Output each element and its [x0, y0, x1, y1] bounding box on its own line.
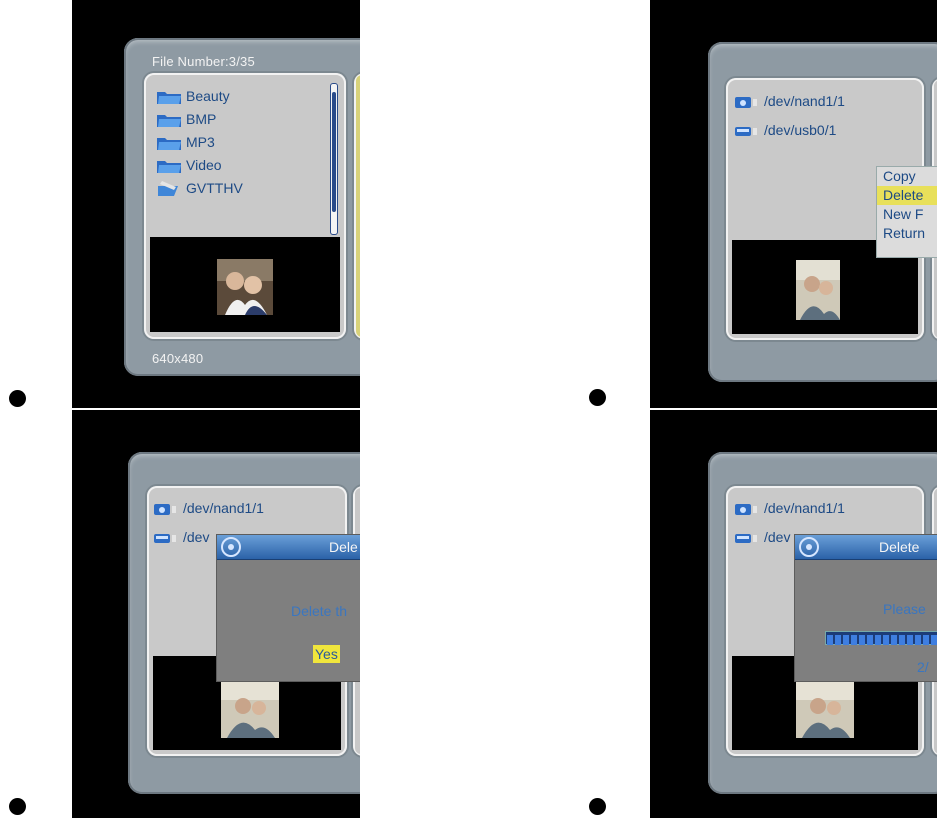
device-label: /dev: [183, 529, 210, 545]
scrollbar[interactable]: [330, 83, 338, 235]
photo-thumbnail: [796, 260, 840, 320]
list-item-label: Video: [186, 157, 222, 173]
usb-device-icon: [734, 122, 760, 139]
screenshot-delete-progress: /dev/nand1/1 /dev Delete Please 2/: [650, 410, 937, 818]
bullet: [589, 798, 606, 815]
list-item-label: Beauty: [186, 88, 230, 104]
file-number-label: File Number:3/35: [152, 54, 255, 69]
dialog-logo-icon: [799, 537, 819, 557]
camera-device-icon: [153, 500, 179, 517]
dialog-logo-icon: [221, 537, 241, 557]
bullet: [9, 798, 26, 815]
camera-device-icon: [734, 500, 760, 517]
scrollbar-thumb[interactable]: [332, 92, 336, 212]
context-menu: Copy Delete New F Return: [876, 166, 937, 258]
folder-icon: [156, 111, 182, 128]
bullet: [9, 390, 26, 407]
device-label: /dev/nand1/1: [183, 500, 264, 516]
device-item[interactable]: /dev: [734, 527, 790, 547]
camera-device-icon: [734, 93, 760, 110]
list-item-label: BMP: [186, 111, 217, 127]
list-item[interactable]: MP3: [156, 132, 215, 152]
dialog-title: Delete: [879, 539, 920, 555]
menu-item-new-folder[interactable]: New F: [877, 205, 937, 224]
menu-item-copy[interactable]: Copy: [877, 167, 937, 186]
screenshot-delete-confirm: /dev/nand1/1 /dev Dele Delete th Yes: [72, 410, 360, 818]
device-label: /dev/usb0/1: [764, 122, 837, 138]
delete-dialog: Dele Delete th Yes: [216, 534, 360, 682]
menu-item-return[interactable]: Return: [877, 224, 937, 243]
device-item[interactable]: /dev: [153, 527, 209, 547]
folder-icon: [156, 157, 182, 174]
folder-open-icon: [156, 180, 182, 197]
dialog-title-bar: Dele: [217, 535, 360, 560]
dialog-message: Please: [883, 601, 926, 617]
device-item[interactable]: /dev/nand1/1: [734, 498, 845, 518]
resolution-label: 640x480: [152, 351, 204, 366]
photo-thumbnail: [217, 259, 273, 315]
dialog-title-bar: Delete: [795, 535, 937, 560]
screenshot-context-menu: /dev/nand1/1 /dev/usb0/1 Copy Delete New…: [650, 0, 937, 408]
device-item[interactable]: /dev/nand1/1: [734, 91, 845, 111]
list-item-label: GVTTHV: [186, 180, 243, 196]
progress-bar: [825, 631, 937, 645]
list-item[interactable]: Beauty: [156, 86, 230, 106]
side-panel: [354, 73, 360, 339]
device-label: /dev/nand1/1: [764, 93, 845, 109]
bullet: [589, 389, 606, 406]
device-label: /dev: [764, 529, 791, 545]
dialog-title: Dele: [329, 539, 358, 555]
progress-dialog: Delete Please 2/: [794, 534, 937, 682]
photo-thumbnail: [221, 680, 279, 738]
menu-item-delete[interactable]: Delete: [877, 186, 937, 205]
preview-area: [150, 237, 340, 332]
photo-thumbnail: [796, 680, 854, 738]
file-list-panel[interactable]: Beauty BMP MP3 Video GVTTHV: [144, 73, 346, 339]
list-item[interactable]: BMP: [156, 109, 216, 129]
dialog-message: Delete th: [291, 603, 348, 619]
device-item[interactable]: /dev/nand1/1: [153, 498, 264, 518]
list-item[interactable]: GVTTHV: [156, 178, 243, 198]
yes-button[interactable]: Yes: [313, 645, 340, 663]
device-label: /dev/nand1/1: [764, 500, 845, 516]
screenshot-file-list: File Number:3/35 Beauty BMP MP3 Video GV…: [72, 0, 360, 408]
usb-device-icon: [153, 529, 179, 546]
folder-icon: [156, 134, 182, 151]
progress-count: 2/: [917, 659, 929, 675]
usb-device-icon: [734, 529, 760, 546]
list-item[interactable]: Video: [156, 155, 222, 175]
folder-icon: [156, 88, 182, 105]
list-item-label: MP3: [186, 134, 215, 150]
device-item[interactable]: /dev/usb0/1: [734, 120, 836, 140]
